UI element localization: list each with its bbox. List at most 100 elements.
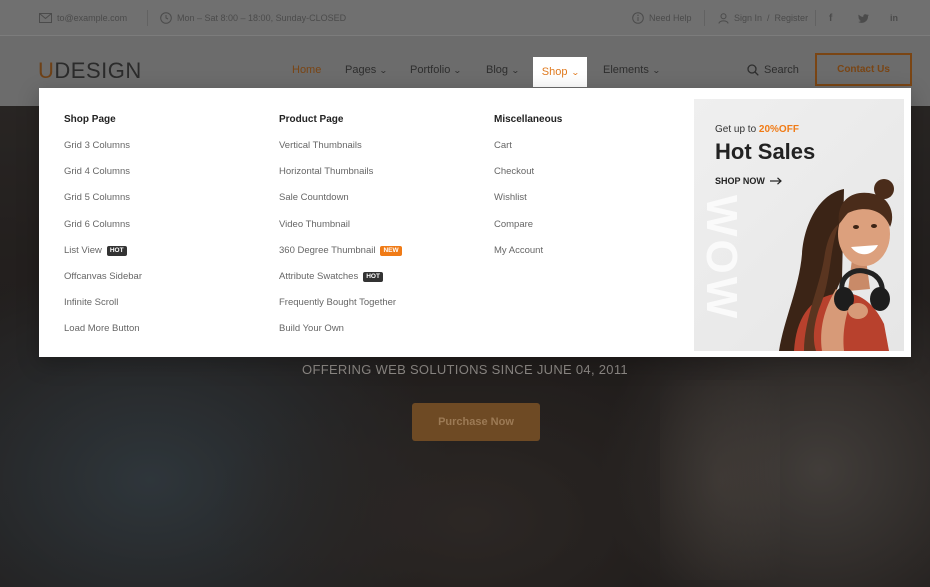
arrow-right-icon [769,177,782,185]
menu-item[interactable]: Frequently Bought Together [279,297,402,323]
linkedin-icon[interactable]: in [890,0,898,36]
hot-badge: HOT [106,245,127,256]
contact-button[interactable]: Contact Us [815,53,912,86]
nav-home-label: Home [292,64,322,76]
nav-shop[interactable]: Shop ⌄ [533,57,587,87]
logo[interactable]: UDESIGN [38,58,142,84]
twitter-icon[interactable] [858,0,869,36]
menu-item-label: Checkout [494,166,535,178]
menu-column-shop-page: Shop Page Grid 3 Columns Grid 4 Columns … [64,114,142,350]
nav-elements-label: Elements [603,64,649,76]
promo-banner[interactable]: WOW Get up to 20%OFF Hot Sales SHOP NOW [694,99,904,351]
promo-model-image [779,179,894,351]
user-icon [718,12,729,24]
menu-list: Cart Checkout Wishlist Compare My Accoun… [494,140,562,271]
menu-item[interactable]: Grid 4 Columns [64,166,142,192]
new-badge: NEW [380,245,402,256]
clock-icon [160,12,172,24]
menu-item[interactable]: My Account [494,245,562,271]
menu-item[interactable]: Vertical Thumbnails [279,140,402,166]
menu-item[interactable]: Grid 6 Columns [64,219,142,245]
nav-portfolio[interactable]: Portfolio ⌄ [410,64,463,76]
shop-mega-menu: Shop Page Grid 3 Columns Grid 4 Columns … [39,88,911,357]
menu-item-label: Frequently Bought Together [279,297,397,309]
menu-item-label: Cart [494,140,512,151]
menu-item-label: Offcanvas Sidebar [64,270,142,282]
menu-item[interactable]: Sale Countdown [279,192,402,218]
menu-item[interactable]: List View HOT [64,245,142,271]
nav-pages[interactable]: Pages ⌄ [345,64,388,76]
signin-separator: / [767,13,770,23]
menu-item-label: My Account [494,244,544,256]
nav-pages-label: Pages [345,64,377,76]
menu-list: Vertical Thumbnails Horizontal Thumbnail… [279,140,402,350]
menu-column-product-page: Product Page Vertical Thumbnails Horizon… [279,114,402,350]
hero-tagline: OFFERING WEB SOLUTIONS SINCE JUNE 04, 20… [302,362,628,377]
topbar-hours-text: Mon – Sat 8:00 – 18:00, Sunday-CLOSED [177,13,347,23]
menu-item-label: Grid 5 Columns [64,192,130,204]
column-heading: Shop Page [64,114,116,125]
nav-elements[interactable]: Elements ⌄ [603,64,661,76]
chevron-down-icon: ⌄ [511,65,520,75]
menu-item-label: List View [64,244,102,256]
menu-item-label: Sale Countdown [279,192,349,204]
topbar-divider [147,10,148,26]
menu-list: Grid 3 Columns Grid 4 Columns Grid 5 Col… [64,140,142,350]
logo-text: DESIGN [54,58,142,83]
promo-kicker: Get up to 20%OFF [715,124,799,135]
hot-badge: HOT [363,271,383,282]
promo-discount: 20%OFF [758,124,799,135]
mail-icon [39,13,52,23]
chevron-down-icon: ⌄ [379,65,388,75]
topbar-help-text: Need Help [649,13,692,23]
menu-item-label: Horizontal Thumbnails [279,166,374,178]
menu-item[interactable]: Checkout [494,166,562,192]
menu-item[interactable]: Infinite Scroll [64,297,142,323]
menu-item[interactable]: Wishlist [494,192,562,218]
logo-mark: U [38,58,55,83]
topbar-account[interactable]: Sign In / Register [718,0,808,36]
menu-item[interactable]: Cart [494,140,562,166]
menu-item[interactable]: Horizontal Thumbnails [279,166,402,192]
menu-item[interactable]: Attribute Swatches HOT [279,271,402,297]
menu-item-label: Build Your Own [279,323,344,335]
chevron-down-icon: ⌄ [453,65,463,75]
menu-item[interactable]: Grid 3 Columns [64,140,142,166]
search-icon [747,64,759,76]
info-icon [632,12,644,24]
nav-portfolio-label: Portfolio [410,64,451,76]
promo-shop-now-link[interactable]: SHOP NOW [715,176,782,186]
facebook-icon[interactable]: f [829,0,832,36]
purchase-button[interactable]: Purchase Now [412,403,540,441]
topbar-email[interactable]: to@example.com [39,0,127,36]
topbar-help[interactable]: Need Help [632,0,692,36]
search-toggle[interactable]: Search [747,64,799,76]
topbar-email-text: to@example.com [57,13,128,23]
menu-item-label: Load More Button [64,323,140,335]
twitter-bird-icon [858,13,869,23]
menu-item[interactable]: Grid 5 Columns [64,192,142,218]
promo-kicker-text: Get up to [715,124,757,135]
menu-item[interactable]: Build Your Own [279,323,402,349]
column-heading: Product Page [279,114,344,125]
menu-item[interactable]: Video Thumbnail [279,219,402,245]
menu-item[interactable]: Offcanvas Sidebar [64,271,142,297]
menu-item-label: Wishlist [494,192,527,204]
menu-item-label: Infinite Scroll [64,297,119,309]
promo-cta-label: SHOP NOW [715,176,765,186]
nav-blog[interactable]: Blog ⌄ [486,64,520,76]
menu-item[interactable]: 360 Degree Thumbnail NEW [279,245,402,271]
topbar-divider [815,10,816,26]
menu-item-label: Grid 4 Columns [64,166,130,178]
menu-item[interactable]: Compare [494,219,562,245]
column-heading: Miscellaneous [494,114,563,125]
menu-item-label: Compare [494,218,534,230]
signin-link[interactable]: Sign In [734,13,762,23]
menu-item-label: Vertical Thumbnails [279,140,362,151]
menu-item-label: Attribute Swatches [279,270,359,282]
topbar-divider [704,10,705,26]
register-link[interactable]: Register [775,13,809,23]
nav-home[interactable]: Home [292,64,321,76]
nav-shop-label: Shop [541,66,568,78]
menu-item[interactable]: Load More Button [64,323,142,349]
